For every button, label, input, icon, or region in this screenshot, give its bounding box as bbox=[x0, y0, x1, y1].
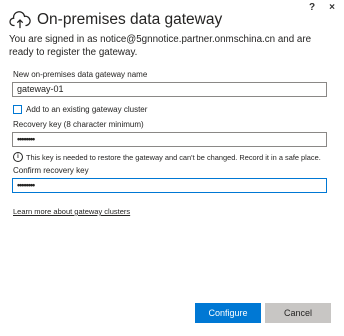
close-button[interactable]: × bbox=[329, 2, 335, 13]
configure-button[interactable]: Configure bbox=[195, 303, 261, 323]
cloud-upload-icon bbox=[9, 11, 31, 29]
gateway-name-label: New on-premises data gateway name bbox=[13, 70, 148, 79]
confirm-recovery-key-label: Confirm recovery key bbox=[13, 166, 89, 175]
recovery-key-input[interactable]: •••••••• bbox=[12, 132, 327, 147]
learn-more-link[interactable]: Learn more about gateway clusters bbox=[13, 207, 130, 216]
cancel-button[interactable]: Cancel bbox=[265, 303, 331, 323]
window-controls: ? × bbox=[309, 2, 335, 13]
add-to-cluster-label: Add to an existing gateway cluster bbox=[26, 105, 148, 114]
recovery-key-info-text: This key is needed to restore the gatewa… bbox=[26, 152, 321, 162]
add-to-cluster-row[interactable]: Add to an existing gateway cluster bbox=[13, 105, 147, 114]
confirm-recovery-key-input[interactable]: •••••••• bbox=[12, 178, 327, 193]
dialog-title: On-premises data gateway bbox=[37, 11, 223, 28]
recovery-key-info: i This key is needed to restore the gate… bbox=[13, 152, 321, 162]
info-icon: i bbox=[13, 152, 23, 162]
gateway-name-input[interactable]: gateway-01 bbox=[12, 82, 327, 97]
signed-in-message: You are signed in as notice@5gnnotice.pa… bbox=[9, 34, 312, 58]
dialog-header: On-premises data gateway bbox=[9, 10, 222, 30]
recovery-key-label: Recovery key (8 character minimum) bbox=[13, 120, 144, 129]
add-to-cluster-checkbox[interactable] bbox=[13, 105, 22, 114]
help-button[interactable]: ? bbox=[309, 2, 315, 13]
